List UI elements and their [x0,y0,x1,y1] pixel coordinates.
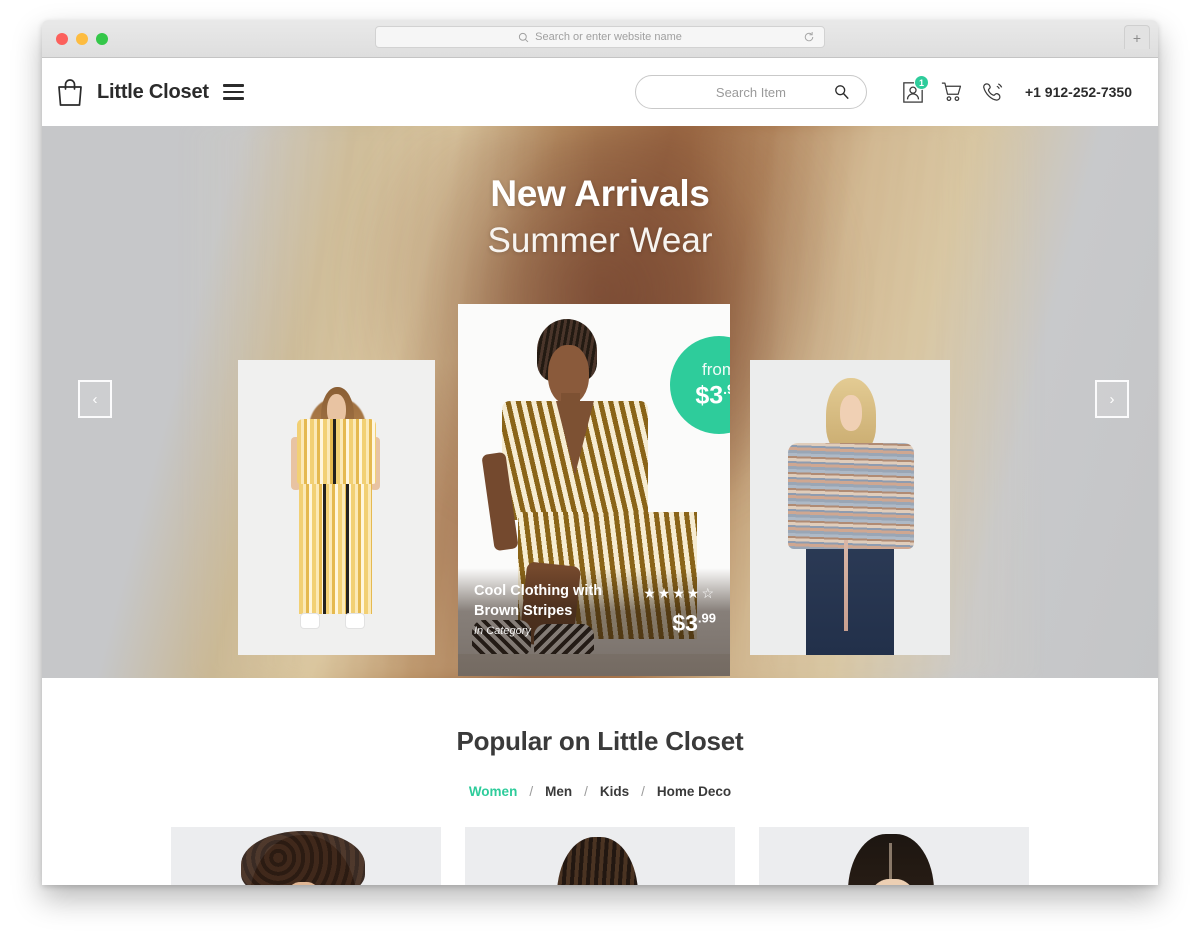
price-badge-currency-amount: $ [695,381,710,410]
model-shoe [301,613,319,629]
popular-section: Popular on Little Closet Women / Men / K… [42,678,1158,885]
address-bar-content: Search or enter website name [518,31,682,43]
account-button[interactable]: 1 [893,72,933,112]
product-image-left [238,360,435,655]
hero-subtitle: Summer Wear [487,220,713,260]
close-window-button[interactable] [56,32,68,45]
header-actions: Search Item 1 +1 912-252-7350 [634,72,1132,112]
carousel-slide-center[interactable]: from $3.99 Cool Clothing with Brown Stri… [458,304,730,676]
price-badge-cents: .99 [723,381,730,398]
category-tabs: Women / Men / Kids / Home Deco [42,784,1158,799]
featured-product-caption: Cool Clothing with Brown Stripes In Cate… [458,568,730,676]
new-tab-button[interactable]: + [1124,25,1150,49]
carousel-slide-left[interactable] [238,360,435,655]
hamburger-bar [222,84,244,87]
hamburger-menu-icon[interactable] [222,84,244,100]
hero-heading-group: New Arrivals Summer Wear [42,173,1158,261]
browser-titlebar: Search or enter website name + [42,20,1158,58]
search-input-placeholder: Search Item [715,84,786,100]
reload-icon[interactable] [803,31,815,43]
model-top [788,442,914,549]
search-icon[interactable] [834,84,850,100]
model-pants [299,483,372,614]
price-badge-from-label: from [702,360,730,380]
minimize-window-button[interactable] [76,32,88,45]
shopping-cart-icon [942,82,962,102]
product-card[interactable] [171,827,441,885]
category-tab-home-deco[interactable]: Home Deco [657,784,731,799]
category-tab-kids[interactable]: Kids [600,784,629,799]
featured-price-cents: .99 [697,610,716,626]
carousel-prev-button[interactable]: ‹ [78,380,112,418]
carousel-slide-right[interactable] [750,360,950,655]
featured-product-title: Cool Clothing with Brown Stripes [474,583,603,619]
cart-button[interactable] [933,72,973,112]
rating-stars-filled: ★★★★ [643,585,702,601]
carousel-next-button[interactable]: › [1095,380,1129,418]
popular-section-title: Popular on Little Closet [456,726,744,756]
hamburger-bar [222,90,244,94]
hero-title: New Arrivals [490,173,710,214]
popular-product-grid [42,827,1158,885]
hero-banner: New Arrivals Summer Wear from $3. Cool C… [42,126,1158,678]
zoom-window-button[interactable] [96,32,108,45]
brand-logo[interactable]: Little Closet [56,77,209,107]
category-tab-women[interactable]: Women [469,784,518,799]
model-pants-stripe [322,483,326,614]
rating-stars: ★★★★☆ [643,585,716,602]
product-card[interactable] [759,827,1029,885]
hamburger-bar [222,97,244,100]
phone-call-icon [983,82,1003,101]
account-badge-count: 1 [913,75,929,90]
category-separator: / [641,784,645,799]
site-header: Little Closet Search Item 1 +1 912-252-7… [42,58,1158,126]
shopping-bag-icon [58,79,82,106]
model-top-stripe [332,419,336,484]
category-separator: / [529,784,534,799]
model-face [840,395,862,431]
rating-stars-empty: ☆ [701,585,716,601]
category-separator: / [584,784,588,799]
price-badge-dollars: 3 [709,381,724,410]
model-top [297,419,376,484]
address-bar[interactable]: Search or enter website name [375,26,825,48]
model-drawstring [844,539,848,632]
category-tab-men[interactable]: Men [545,784,572,799]
model-jeans [806,545,894,655]
phone-number[interactable]: +1 912-252-7350 [1025,84,1132,100]
product-card[interactable] [465,827,735,885]
model-shoe [346,613,365,629]
browser-window: Search or enter website name + Little Cl… [42,20,1158,885]
search-icon [519,32,529,42]
product-image-right [750,360,950,655]
featured-product-price: $3.99 [672,610,716,637]
price-badge-amount: $3.99 [695,382,730,408]
featured-price-dollars: $3 [672,610,698,636]
traffic-lights [56,32,108,45]
model-pants-stripe [346,483,350,614]
brand-name: Little Closet [97,80,209,103]
address-bar-placeholder: Search or enter website name [535,31,682,43]
search-input[interactable]: Search Item [634,75,867,109]
call-button[interactable] [973,72,1013,112]
